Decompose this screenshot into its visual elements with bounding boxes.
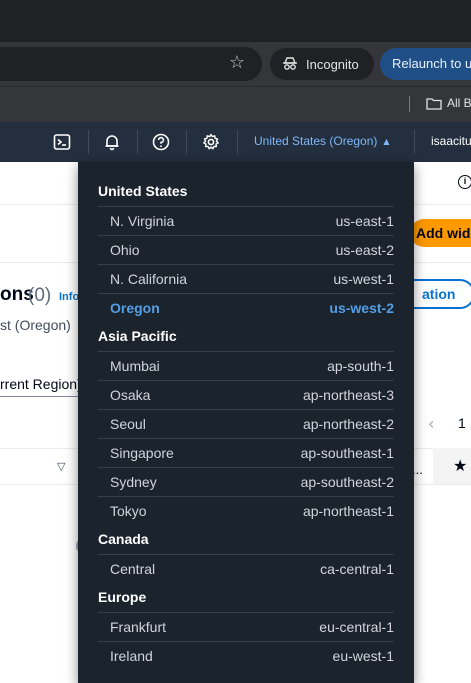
region-option-ap-northeast-1[interactable]: Tokyo ap-northeast-1 [98, 496, 394, 525]
cloudshell-icon [53, 134, 71, 150]
region-name: Tokyo [110, 503, 147, 519]
region-name: Central [110, 561, 156, 577]
favorite-column[interactable]: ★ [433, 448, 471, 484]
region-name: N. California [110, 271, 188, 287]
region-code: ca-central-1 [320, 561, 394, 577]
region-code: eu-central-1 [319, 619, 394, 635]
bookmark-star-icon[interactable]: ☆ [227, 53, 247, 73]
page-number[interactable]: 1 [458, 415, 466, 431]
notifications-button[interactable] [102, 132, 122, 152]
incognito-badge[interactable]: Incognito [270, 48, 374, 80]
region-group-header: Europe [98, 589, 147, 605]
region-code: ap-northeast-1 [302, 503, 394, 519]
info-icon[interactable]: i [458, 175, 471, 189]
region-option-us-east-2[interactable]: Ohio us-east-2 [98, 235, 394, 264]
nav-separator [186, 130, 187, 154]
address-bar[interactable] [0, 47, 262, 81]
region-group-header: United States [98, 183, 188, 199]
region-name: Oregon [110, 300, 160, 316]
region-name: Seoul [110, 416, 146, 432]
region-code: us-west-1 [333, 271, 394, 287]
browser-tab-strip [0, 0, 471, 42]
region-option-ap-south-1[interactable]: Mumbai ap-south-1 [98, 351, 394, 380]
region-option-ap-northeast-3[interactable]: Osaka ap-northeast-3 [98, 380, 394, 409]
cloudshell-button[interactable] [52, 132, 72, 152]
region-name: Sydney [110, 474, 157, 490]
select-border [0, 396, 78, 397]
region-code: ap-northeast-3 [302, 387, 394, 403]
region-option-ap-southeast-2[interactable]: Sydney ap-southeast-2 [98, 467, 394, 496]
star-icon: ★ [453, 456, 468, 475]
folder-icon [426, 97, 442, 110]
region-name: Singapore [110, 445, 174, 461]
region-name: Ohio [110, 242, 140, 258]
all-bookmarks-folder[interactable]: All B [426, 96, 471, 110]
region-subtitle: st (Oregon) [0, 317, 71, 333]
region-code: us-east-1 [335, 213, 394, 229]
region-option-us-west-2[interactable]: Oregon us-west-2 [98, 293, 394, 322]
region-code: ap-southeast-2 [300, 474, 394, 490]
incognito-label: Incognito [306, 56, 359, 72]
help-icon [152, 133, 170, 151]
all-bookmarks-label: All B [447, 96, 471, 110]
region-option-ap-southeast-1[interactable]: Singapore ap-southeast-1 [98, 438, 394, 467]
sort-caret-icon[interactable]: ▽ [57, 460, 65, 473]
bell-icon [105, 135, 119, 151]
settings-button[interactable] [201, 132, 221, 152]
nav-separator [414, 130, 415, 154]
chevron-left-icon[interactable]: ‹ [428, 414, 434, 433]
bookmarks-divider [409, 96, 410, 112]
region-name: Ireland [110, 648, 153, 664]
nav-separator [88, 130, 89, 154]
region-option-ap-northeast-2[interactable]: Seoul ap-northeast-2 [98, 409, 394, 438]
account-menu-button[interactable]: isaacitu [431, 134, 471, 148]
caret-up-icon: ▲ [383, 136, 390, 146]
region-name: N. Virginia [110, 213, 175, 229]
filter-select[interactable]: rrent Region) [0, 376, 82, 392]
region-code: eu-west-1 [332, 648, 394, 664]
region-code: us-east-2 [335, 242, 394, 258]
region-dropdown-menu: United States N. Virginia us-east-1 Ohio us-… [78, 162, 414, 683]
region-code: us-west-2 [329, 300, 394, 316]
region-name: Osaka [110, 387, 151, 403]
region-group-header: Asia Pacific [98, 328, 177, 344]
add-widget-button[interactable]: Add wid [410, 219, 471, 247]
region-selector-label: United States (Oregon) [254, 134, 378, 148]
region-option-ca-central-1[interactable]: Central ca-central-1 [98, 554, 394, 583]
nav-separator [137, 130, 138, 154]
region-name: Mumbai [110, 358, 160, 374]
incognito-icon [283, 57, 297, 70]
region-code: ap-northeast-2 [302, 416, 394, 432]
bookmarks-bar [0, 86, 471, 122]
region-code: ap-south-1 [327, 358, 394, 374]
region-code: ap-southeast-1 [300, 445, 394, 461]
relaunch-button[interactable]: Relaunch to u [380, 48, 471, 80]
info-link[interactable]: Info [59, 291, 79, 303]
region-group-header: Canada [98, 531, 149, 547]
region-option-us-west-1[interactable]: N. California us-west-1 [98, 264, 394, 293]
region-option-eu-west-1[interactable]: Ireland eu-west-1 [98, 641, 394, 670]
nav-separator [237, 130, 238, 154]
gear-icon [203, 133, 219, 150]
section-count: (0) [28, 285, 52, 306]
region-option-us-east-1[interactable]: N. Virginia us-east-1 [98, 206, 394, 235]
region-selector-button[interactable]: United States (Oregon) ▲ [254, 134, 390, 148]
help-button[interactable] [151, 132, 171, 152]
region-option-eu-central-1[interactable]: Frankfurt eu-central-1 [98, 612, 394, 641]
region-name: Frankfurt [110, 619, 167, 635]
